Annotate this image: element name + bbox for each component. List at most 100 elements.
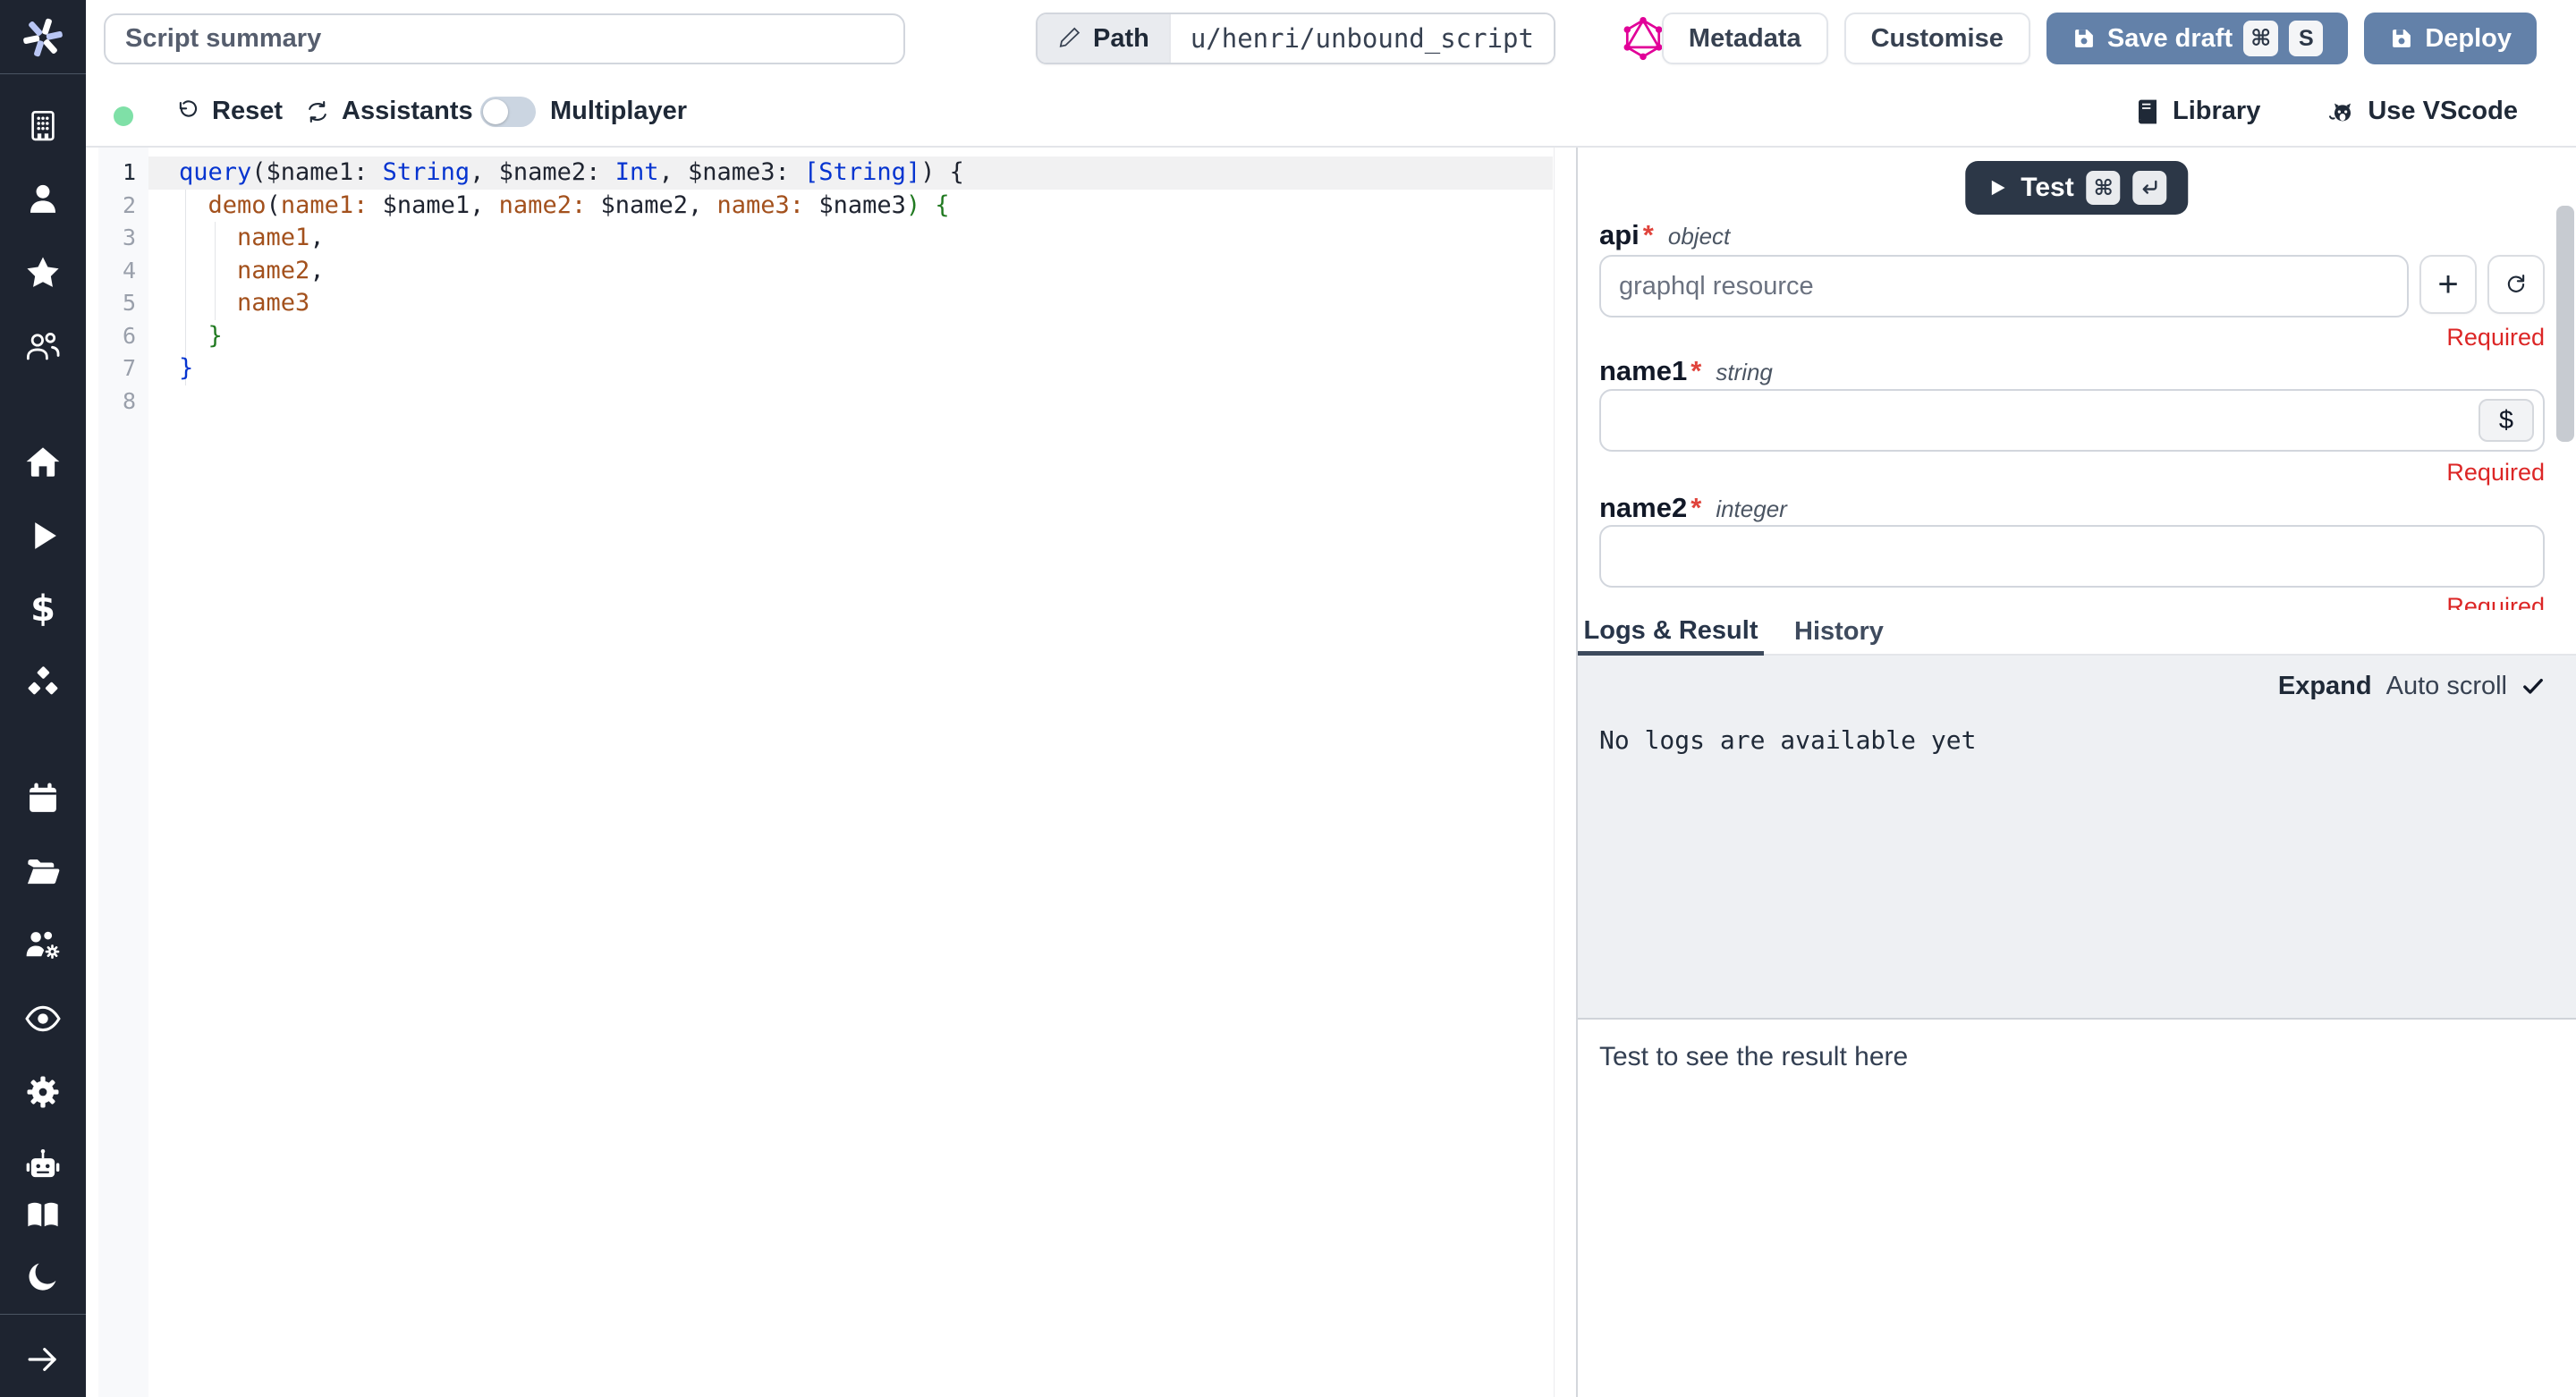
toggle-knob <box>483 99 508 124</box>
code-token: $name3 <box>804 191 906 219</box>
code-token: ( <box>267 191 281 219</box>
sidebar-item-workspace[interactable] <box>0 101 86 151</box>
add-resource-button[interactable]: + <box>2419 255 2477 314</box>
field-label-name2: name2 * integer <box>1599 492 1787 524</box>
code-token: [String] <box>804 158 920 186</box>
code-line: name1, <box>179 222 1549 255</box>
path-label: Path <box>1093 24 1149 54</box>
multiplayer-toggle[interactable] <box>480 97 536 127</box>
sidebar-item-audit[interactable] <box>0 994 86 1044</box>
field-name: name2 <box>1599 492 1687 524</box>
sidebar-item-variables[interactable]: $ <box>0 584 86 634</box>
code-line: name2, <box>179 255 1549 288</box>
script-path-value[interactable]: u/henri/unbound_script <box>1169 14 1554 63</box>
preview-panel: Test ⌘ api * object <box>1576 148 2576 1397</box>
sidebar-item-home[interactable] <box>0 437 86 487</box>
code-token: } <box>208 322 223 350</box>
pencil-icon <box>1057 26 1082 51</box>
toolbar-right: Library Use VScode <box>2133 77 2518 146</box>
metadata-button[interactable]: Metadata <box>1662 13 1828 64</box>
code-token: ) { <box>920 158 964 186</box>
autoscroll-label[interactable]: Auto scroll <box>2386 672 2507 701</box>
field-type: string <box>1716 359 1773 386</box>
refresh-icon <box>304 98 331 125</box>
sidebar-item-user[interactable] <box>0 174 86 224</box>
left-sidebar: $ <box>0 0 86 1397</box>
sidebar-expand-button[interactable] <box>0 1334 86 1384</box>
code-token <box>179 191 208 219</box>
book-icon <box>24 1197 62 1234</box>
sidebar-item-favorites[interactable] <box>0 248 86 298</box>
code-editor[interactable]: 12345678 query($name1: String, $name2: I… <box>86 148 1576 1397</box>
deploy-label: Deploy <box>2425 24 2512 54</box>
customise-button[interactable]: Customise <box>1844 13 2030 64</box>
required-asterisk: * <box>1643 219 1654 251</box>
home-icon <box>24 444 62 481</box>
assistants-label: Assistants <box>342 97 473 126</box>
sidebar-item-groups[interactable] <box>0 321 86 371</box>
code-line: } <box>179 320 1549 353</box>
code-line: } <box>179 352 1549 385</box>
deploy-button[interactable]: Deploy <box>2364 13 2537 64</box>
code-token: name3 <box>237 289 309 317</box>
building-icon <box>24 107 62 145</box>
expand-button[interactable]: Expand <box>2278 672 2372 701</box>
minimap-edge <box>1554 148 1555 1397</box>
sidebar-item-runs[interactable] <box>0 511 86 561</box>
code-line <box>179 385 1549 419</box>
logs-panel: Expand Auto scroll No logs are available… <box>1578 656 2576 1018</box>
script-summary-input[interactable] <box>104 13 905 64</box>
variable-picker-button[interactable]: $ <box>2479 399 2534 442</box>
edit-path-button[interactable]: Path <box>1038 14 1169 63</box>
required-asterisk: * <box>1690 355 1701 387</box>
sidebar-item-resources[interactable] <box>0 657 86 707</box>
save-icon <box>2072 26 2097 51</box>
code-token: , <box>309 257 324 284</box>
field-type: integer <box>1716 495 1787 523</box>
line-number: 7 <box>98 352 148 385</box>
kbd-cmd: ⌘ <box>2243 21 2278 56</box>
script-args-form: api * object + <box>1578 148 2576 610</box>
name2-input[interactable] <box>1599 525 2545 588</box>
api-input-row: + <box>1599 255 2545 318</box>
windmill-script-editor: $ <box>0 0 2576 1397</box>
assistants-button[interactable]: Assistants <box>304 77 473 146</box>
library-button[interactable]: Library <box>2133 97 2260 126</box>
editor-code[interactable]: query($name1: String, $name2: Int, $name… <box>179 157 1549 418</box>
tab-history[interactable]: History <box>1778 610 1900 654</box>
code-token: ) { <box>906 191 950 219</box>
refresh-resource-button[interactable] <box>2487 255 2545 314</box>
dollar-icon: $ <box>30 588 55 630</box>
calendar-icon <box>24 780 62 817</box>
reset-button[interactable]: Reset <box>174 77 283 146</box>
line-number: 5 <box>98 287 148 320</box>
field-name: name1 <box>1599 355 1687 387</box>
check-icon[interactable] <box>2521 676 2545 698</box>
save-draft-button[interactable]: Save draft ⌘ S <box>2046 13 2348 64</box>
panel-scrollbar[interactable] <box>2556 206 2574 442</box>
use-vscode-button[interactable]: Use VScode <box>2328 97 2518 126</box>
code-token <box>179 322 208 350</box>
sidebar-item-settings[interactable] <box>0 1067 86 1117</box>
api-resource-input[interactable] <box>1599 255 2409 318</box>
user-icon <box>24 181 62 218</box>
sidebar-item-docs[interactable] <box>0 1190 86 1240</box>
sidebar-item-folders[interactable] <box>0 847 86 897</box>
sidebar-item-schedules[interactable] <box>0 774 86 824</box>
plus-icon: + <box>2437 267 2458 302</box>
reset-label: Reset <box>212 97 283 126</box>
robot-icon <box>24 1147 62 1184</box>
star-icon <box>24 254 62 292</box>
save-draft-label: Save draft <box>2107 24 2233 54</box>
tab-logs-result[interactable]: Logs & Result <box>1578 610 1764 656</box>
sidebar-item-logo[interactable] <box>0 9 86 66</box>
rotate-cw-icon <box>2503 271 2529 298</box>
sidebar-item-ai[interactable] <box>0 1140 86 1190</box>
sidebar-item-workers[interactable] <box>0 920 86 970</box>
sidebar-item-theme[interactable] <box>0 1251 86 1301</box>
status-dot <box>114 106 133 126</box>
code-token <box>179 289 237 317</box>
code-token: demo <box>208 191 267 219</box>
top-bar: Path u/henri/unbound_script Metadata Cus… <box>86 0 2576 77</box>
name1-input[interactable] <box>1599 389 2545 452</box>
